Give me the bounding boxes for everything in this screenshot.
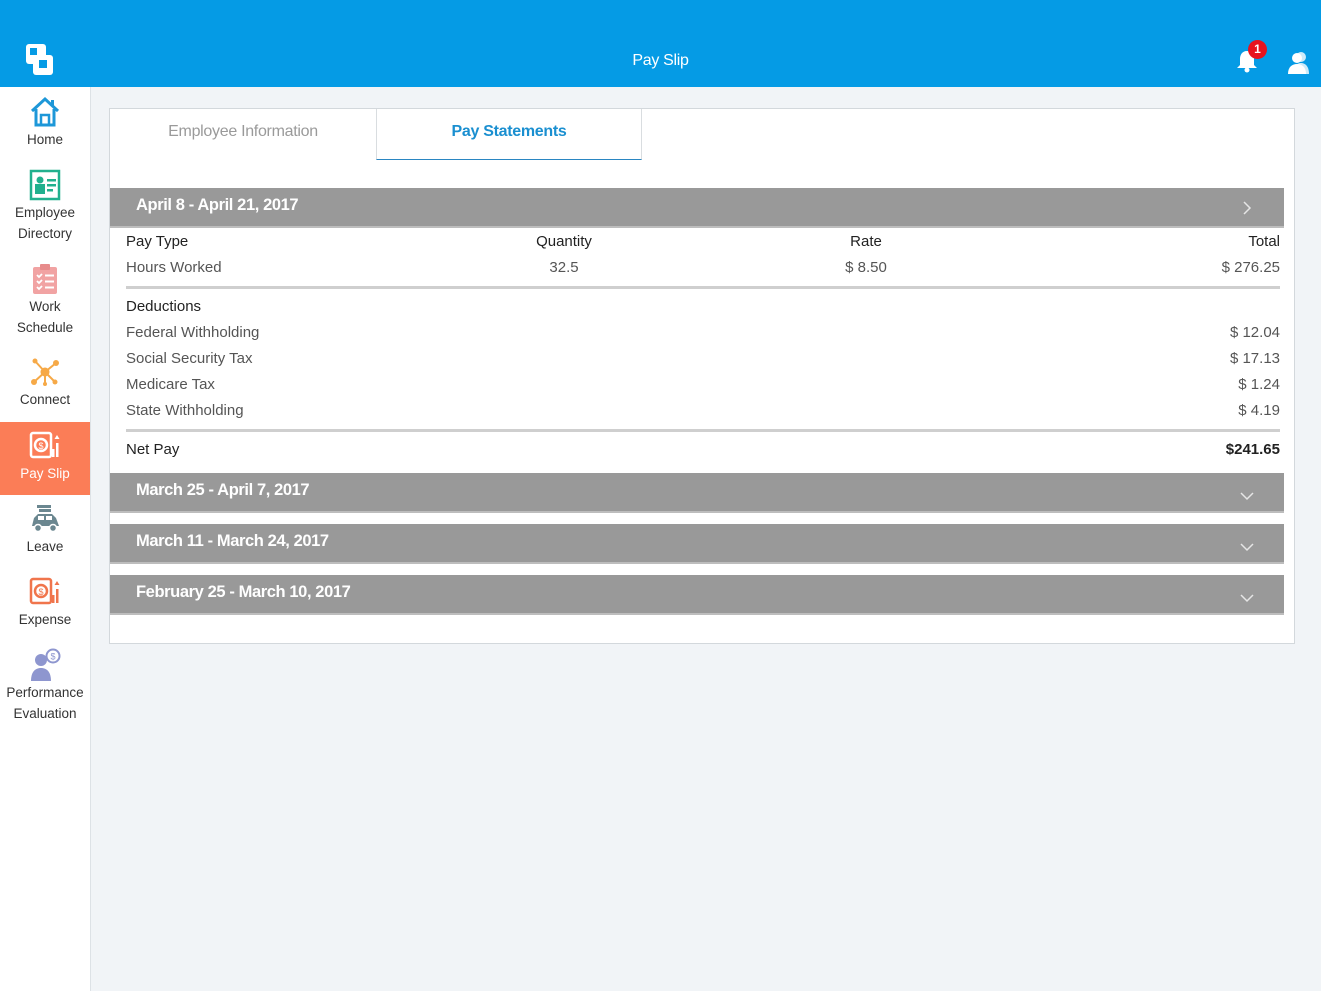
pay-statements-panel: Employee Information Pay Statements Apri… <box>109 108 1295 644</box>
notification-badge: 1 <box>1248 40 1267 59</box>
sidebar-nav: Home Employee Directory Work Schedule Co… <box>0 87 91 991</box>
top-bar: Pay Slip 1 <box>0 0 1321 87</box>
sidebar-item-label: Performance <box>6 685 84 700</box>
statement-header[interactable]: April 8 - April 21, 2017 <box>110 188 1284 228</box>
quantity: 32.5 <box>549 259 579 276</box>
sidebar-item-label: Pay Slip <box>20 466 70 481</box>
chevron-down-icon[interactable] <box>1240 489 1254 503</box>
deduction-row: Federal Withholding $ 12.04 <box>126 324 1280 346</box>
sidebar-item-pay-slip[interactable]: $ Pay Slip <box>0 422 90 495</box>
deduction-amount: $ 12.04 <box>1229 324 1280 341</box>
car-icon <box>32 505 59 533</box>
statement-header[interactable]: February 25 - March 10, 2017 <box>110 575 1284 615</box>
person-badge-icon: $ <box>31 648 61 681</box>
net-pay-label: Net Pay <box>126 441 180 458</box>
sidebar-item-label: Leave <box>26 539 64 554</box>
deduction-amount: $ 17.13 <box>1229 350 1280 367</box>
deduction-name: Federal Withholding <box>126 324 260 341</box>
user-profile-icon[interactable] <box>1287 50 1311 74</box>
sidebar-item-expense[interactable]: $ Expense <box>0 575 90 635</box>
statement-period: February 25 - March 10, 2017 <box>136 583 351 601</box>
deductions-heading-row: Deductions <box>126 298 1280 320</box>
column-total: Total <box>1248 233 1280 250</box>
svg-text:$: $ <box>38 587 43 597</box>
chevron-down-icon[interactable] <box>1240 540 1254 554</box>
pay-type: Hours Worked <box>126 259 222 276</box>
column-pay-type: Pay Type <box>126 233 189 250</box>
sidebar-item-work-schedule[interactable]: Work Schedule <box>0 262 90 337</box>
deduction-name: Medicare Tax <box>126 376 215 393</box>
column-quantity: Quantity <box>536 233 592 250</box>
sidebar-item-home[interactable]: Home <box>0 95 90 155</box>
svg-text:$: $ <box>38 441 43 451</box>
statement-header[interactable]: March 25 - April 7, 2017 <box>110 473 1284 513</box>
sidebar-item-label: Employee <box>14 205 76 220</box>
chevron-right-icon[interactable] <box>1240 201 1254 215</box>
id-card-icon <box>29 169 61 201</box>
net-pay-row: Net Pay $241.65 <box>126 441 1280 463</box>
sidebar-item-label: Expense <box>18 612 72 627</box>
home-icon <box>30 96 60 127</box>
deduction-name: Social Security Tax <box>126 350 253 367</box>
sidebar-item-label: Connect <box>19 392 71 407</box>
sidebar-item-label: Schedule <box>16 320 74 335</box>
deduction-amount: $ 1.24 <box>1238 376 1280 393</box>
divider <box>126 429 1280 432</box>
sidebar-item-employee-directory[interactable]: Employee Directory <box>0 168 90 243</box>
deduction-amount: $ 4.19 <box>1238 402 1280 419</box>
sidebar-item-label: Work <box>29 299 61 314</box>
deduction-row: Medicare Tax $ 1.24 <box>126 376 1280 398</box>
tab-employee-information[interactable]: Employee Information <box>110 109 376 160</box>
statement-period: March 11 - March 24, 2017 <box>136 532 329 550</box>
safe-icon: $ <box>29 431 60 459</box>
clipboard-icon <box>33 264 57 294</box>
earnings-row: Hours Worked 32.5 $ 8.50 $ 276.25 <box>126 259 1280 281</box>
net-pay-amount: $241.65 <box>1225 441 1280 458</box>
tab-pay-statements[interactable]: Pay Statements <box>376 109 642 160</box>
sidebar-item-leave[interactable]: Leave <box>0 502 90 562</box>
svg-text:$: $ <box>50 652 55 662</box>
chevron-down-icon[interactable] <box>1240 591 1254 605</box>
expense-icon: $ <box>29 577 60 605</box>
sidebar-item-performance-evaluation[interactable]: $ Performance Evaluation <box>0 648 90 728</box>
page-title: Pay Slip <box>632 52 689 69</box>
deduction-row: State Withholding $ 4.19 <box>126 402 1280 424</box>
rate: $ 8.50 <box>845 259 887 276</box>
sidebar-item-label: Home <box>26 132 63 147</box>
sidebar-item-label: Evaluation <box>13 706 77 721</box>
statement-period: April 8 - April 21, 2017 <box>136 196 299 214</box>
earnings-header-row: Pay Type Quantity Rate Total <box>126 233 1280 255</box>
column-rate: Rate <box>850 233 882 250</box>
deduction-row: Social Security Tax $ 17.13 <box>126 350 1280 372</box>
network-icon <box>31 358 59 386</box>
total: $ 276.25 <box>1221 259 1280 276</box>
sidebar-item-connect[interactable]: Connect <box>0 355 90 415</box>
divider <box>126 286 1280 289</box>
statement-header[interactable]: March 11 - March 24, 2017 <box>110 524 1284 564</box>
deduction-name: State Withholding <box>126 402 244 419</box>
sidebar-item-label: Directory <box>17 226 72 241</box>
deductions-heading: Deductions <box>126 298 202 315</box>
statement-period: March 25 - April 7, 2017 <box>136 481 310 499</box>
